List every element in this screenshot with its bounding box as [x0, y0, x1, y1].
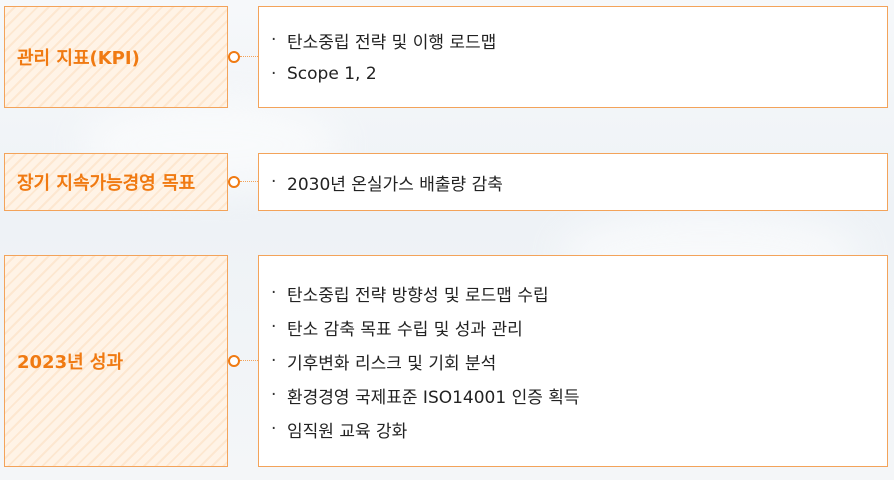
- bullet-icon: ·: [271, 172, 277, 192]
- connector: [228, 355, 260, 367]
- list-item: · 탄소 감축 목표 수립 및 성과 관리: [271, 310, 887, 344]
- kpi-row: 관리 지표(KPI) · 탄소중립 전략 및 이행 로드맵 · Scope 1, 2: [0, 6, 894, 108]
- kpi-label: 관리 지표(KPI): [17, 48, 140, 69]
- connector: [228, 176, 260, 188]
- list-item: · 임직원 교육 강화: [271, 412, 887, 446]
- list-item: · 기후변화 리스크 및 기회 분석: [271, 344, 887, 378]
- list-item: · 2030년 온실가스 배출량 감축: [271, 165, 887, 199]
- connector-line: [240, 56, 258, 57]
- connector-line: [240, 181, 258, 182]
- list-item: · 탄소중립 전략 및 이행 로드맵: [271, 23, 887, 57]
- item-text: 탄소중립 전략 방향성 및 로드맵 수립: [287, 285, 549, 306]
- results-row: 2023년 성과 · 탄소중립 전략 방향성 및 로드맵 수립 · 탄소 감축 목표…: [0, 255, 894, 467]
- item-text: Scope 1, 2: [287, 64, 377, 84]
- bullet-icon: ·: [271, 317, 277, 337]
- list-item: · 환경경영 국제표준 ISO14001 인증 획득: [271, 378, 887, 412]
- list-item: · Scope 1, 2: [271, 57, 887, 91]
- results-content-box: · 탄소중립 전략 방향성 및 로드맵 수립 · 탄소 감축 목표 수립 및 성과 …: [258, 255, 888, 467]
- goal-label: 장기 지속가능경영 목표: [17, 173, 196, 194]
- kpi-content-box: · 탄소중립 전략 및 이행 로드맵 · Scope 1, 2: [258, 6, 888, 108]
- connector-dot-icon: [228, 176, 240, 188]
- bullet-icon: ·: [271, 283, 277, 303]
- bullet-icon: ·: [271, 419, 277, 439]
- bullet-icon: ·: [271, 351, 277, 371]
- bullet-icon: ·: [271, 30, 277, 50]
- bullet-icon: ·: [271, 64, 277, 84]
- item-text: 환경경영 국제표준 ISO14001 인증 획득: [287, 387, 580, 408]
- connector-dot-icon: [228, 355, 240, 367]
- results-label-box: 2023년 성과: [4, 255, 228, 467]
- item-text: 임직원 교육 강화: [287, 421, 408, 442]
- item-text: 기후변화 리스크 및 기회 분석: [287, 353, 497, 374]
- goal-content-box: · 2030년 온실가스 배출량 감축: [258, 153, 888, 211]
- list-item: · 탄소중립 전략 방향성 및 로드맵 수립: [271, 276, 887, 310]
- goal-label-box: 장기 지속가능경영 목표: [4, 153, 228, 211]
- item-text: 2030년 온실가스 배출량 감축: [287, 174, 503, 195]
- results-label: 2023년 성과: [17, 352, 124, 373]
- connector-line: [240, 360, 258, 361]
- bullet-icon: ·: [271, 385, 277, 405]
- goal-row: 장기 지속가능경영 목표 · 2030년 온실가스 배출량 감축: [0, 153, 894, 211]
- connector: [228, 51, 260, 63]
- kpi-label-box: 관리 지표(KPI): [4, 6, 228, 108]
- item-text: 탄소중립 전략 및 이행 로드맵: [287, 32, 497, 53]
- item-text: 탄소 감축 목표 수립 및 성과 관리: [287, 319, 523, 340]
- connector-dot-icon: [228, 51, 240, 63]
